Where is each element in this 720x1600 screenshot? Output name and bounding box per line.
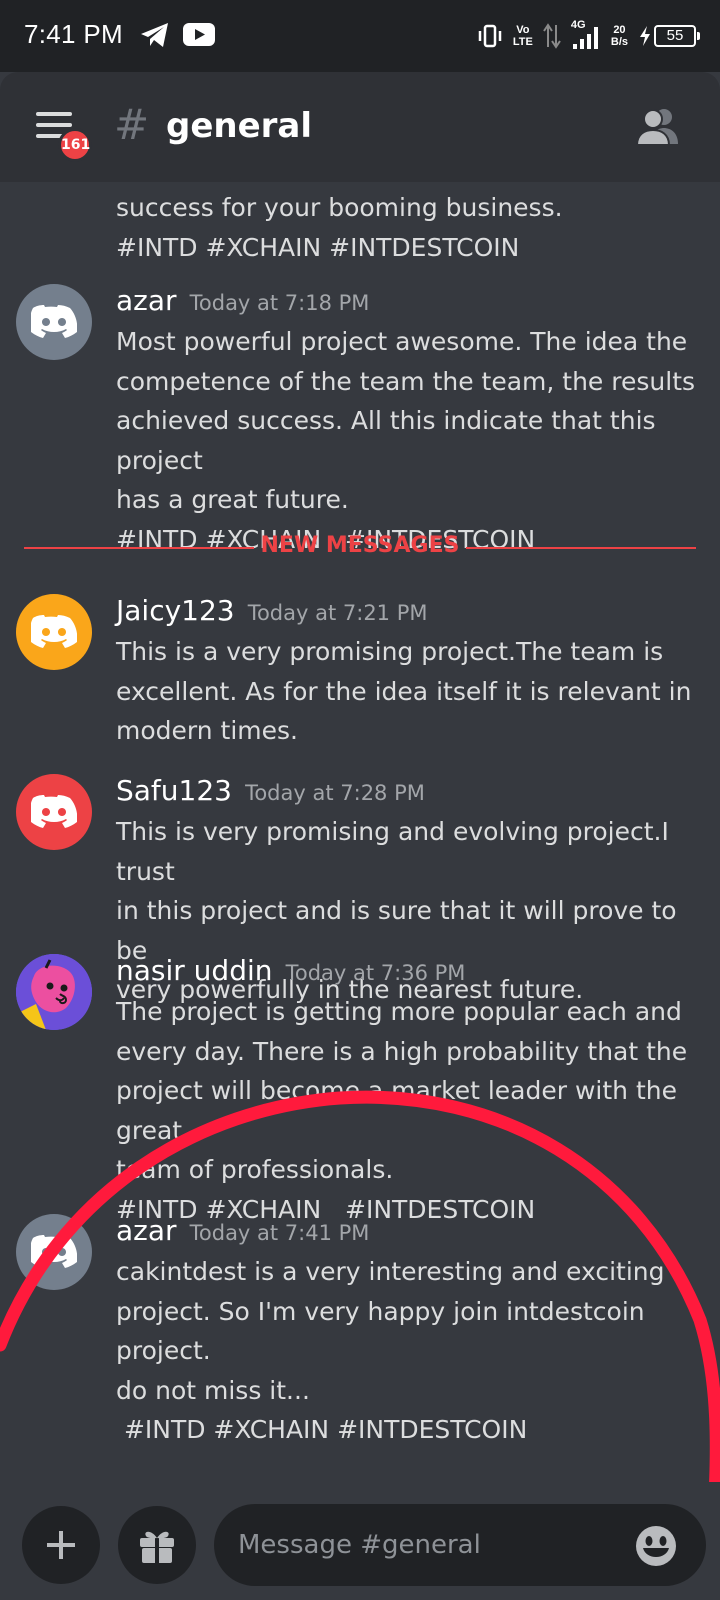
message-meta: nasir uddin Today at 7:36 PM	[116, 954, 465, 987]
timestamp: Today at 7:21 PM	[247, 601, 428, 625]
emoji-icon[interactable]	[634, 1524, 678, 1568]
message-body: The project is getting more popular each…	[116, 992, 706, 1229]
message-line: modern times.	[116, 716, 298, 745]
charging-icon	[640, 26, 650, 46]
username[interactable]: azar	[116, 284, 177, 317]
message-body: Most powerful project awesome. The idea …	[116, 322, 706, 559]
youtube-icon	[183, 23, 215, 46]
message-line: achieved success. All this indicate that…	[116, 406, 656, 475]
telegram-icon	[141, 23, 168, 47]
message-item[interactable]: azar Today at 7:41 PM cakintdest is a ve…	[0, 1214, 720, 1444]
message-line: project will become a market leader with…	[116, 1076, 677, 1145]
user-avatar-illustration	[16, 954, 92, 1030]
message-item[interactable]: Safu123 Today at 7:28 PM This is very pr…	[0, 774, 720, 1004]
message-meta: Jaicy123 Today at 7:21 PM	[116, 594, 428, 627]
timestamp: Today at 7:18 PM	[189, 291, 370, 315]
discord-logo-icon	[31, 1235, 77, 1268]
data-arrows-icon	[543, 23, 561, 49]
username[interactable]: nasir uddin	[116, 954, 273, 987]
vibrate-icon	[478, 24, 502, 48]
message-body: cakintdest is a very interesting and exc…	[116, 1252, 706, 1450]
add-button[interactable]	[22, 1506, 100, 1584]
message-item[interactable]: nasir uddin Today at 7:36 PM The project…	[0, 954, 720, 1224]
plus-icon	[47, 1531, 75, 1559]
username[interactable]: azar	[116, 1214, 177, 1247]
channel-header: # general	[0, 72, 720, 182]
battery-indicator: 55	[638, 25, 700, 47]
message-line: team of professionals.	[116, 1155, 394, 1184]
message-list[interactable]: success for your booming business. #INTD…	[0, 182, 720, 1482]
message-hashtags: #INTD #XCHAIN #INTDESTCOIN	[116, 1415, 528, 1444]
message-line: This is a very promising project.The tea…	[116, 637, 664, 666]
message-line: every day. There is a high probability t…	[116, 1036, 688, 1066]
channel-hash-icon: #	[114, 100, 150, 149]
discord-logo-icon	[31, 795, 77, 828]
discord-logo-icon	[31, 305, 77, 338]
message-line: do not miss it...	[116, 1375, 310, 1405]
timestamp: Today at 7:41 PM	[189, 1221, 370, 1245]
previous-message-fragment: success for your booming business. #INTD…	[116, 193, 563, 262]
message-body: This is a very promising project.The tea…	[116, 632, 706, 751]
message-line: The project is getting more popular each…	[116, 997, 682, 1026]
status-icons: Vo LTE 4G 20 B/s 55	[477, 18, 700, 54]
network-speed: 20 B/s	[610, 24, 628, 48]
message-meta: azar Today at 7:41 PM	[116, 1214, 369, 1247]
new-messages-label: NEW MESSAGES	[260, 533, 460, 558]
username[interactable]: Jaicy123	[116, 594, 235, 627]
channel-title[interactable]: general	[166, 106, 312, 146]
avatar[interactable]	[16, 1214, 92, 1290]
status-time: 7:41 PM	[24, 19, 123, 49]
message-line: Most powerful project awesome. The idea …	[116, 327, 688, 356]
message-line: excellent. As for the idea itself it is …	[116, 676, 692, 706]
username[interactable]: Safu123	[116, 774, 232, 807]
timestamp: Today at 7:28 PM	[245, 781, 425, 805]
battery-level: 55	[654, 25, 700, 47]
message-meta: azar Today at 7:18 PM	[116, 284, 369, 317]
new-messages-divider: NEW MESSAGES	[24, 533, 696, 563]
message-composer	[0, 1482, 720, 1600]
message-input[interactable]	[214, 1504, 706, 1586]
message-item[interactable]: azar Today at 7:18 PM Most powerful proj…	[0, 284, 720, 554]
avatar[interactable]	[16, 594, 92, 670]
message-line: cakintdest is a very interesting and exc…	[116, 1257, 665, 1286]
message-line: has a great future.	[116, 485, 349, 514]
avatar[interactable]	[16, 774, 92, 850]
message-line: This is very promising and evolving proj…	[116, 817, 669, 886]
timestamp: Today at 7:36 PM	[285, 961, 466, 985]
signal-icon: 4G	[571, 19, 601, 51]
message-meta: Safu123 Today at 7:28 PM	[116, 774, 425, 807]
unread-badge: 161	[58, 128, 92, 162]
members-icon[interactable]	[636, 106, 680, 146]
gift-icon	[140, 1531, 174, 1563]
discord-logo-icon	[31, 615, 77, 648]
status-bar: 7:41 PM Vo LTE 4G 20 B/s 55	[0, 0, 720, 72]
gift-button[interactable]	[118, 1506, 196, 1584]
volte-indicator: Vo LTE	[512, 24, 533, 48]
avatar[interactable]	[16, 954, 92, 1030]
message-line: project. So I'm very happy join intdestc…	[116, 1296, 645, 1366]
avatar[interactable]	[16, 284, 92, 360]
message-item[interactable]: Jaicy123 Today at 7:21 PM This is a very…	[0, 594, 720, 764]
message-line: competence of the team the team, the res…	[116, 366, 696, 396]
